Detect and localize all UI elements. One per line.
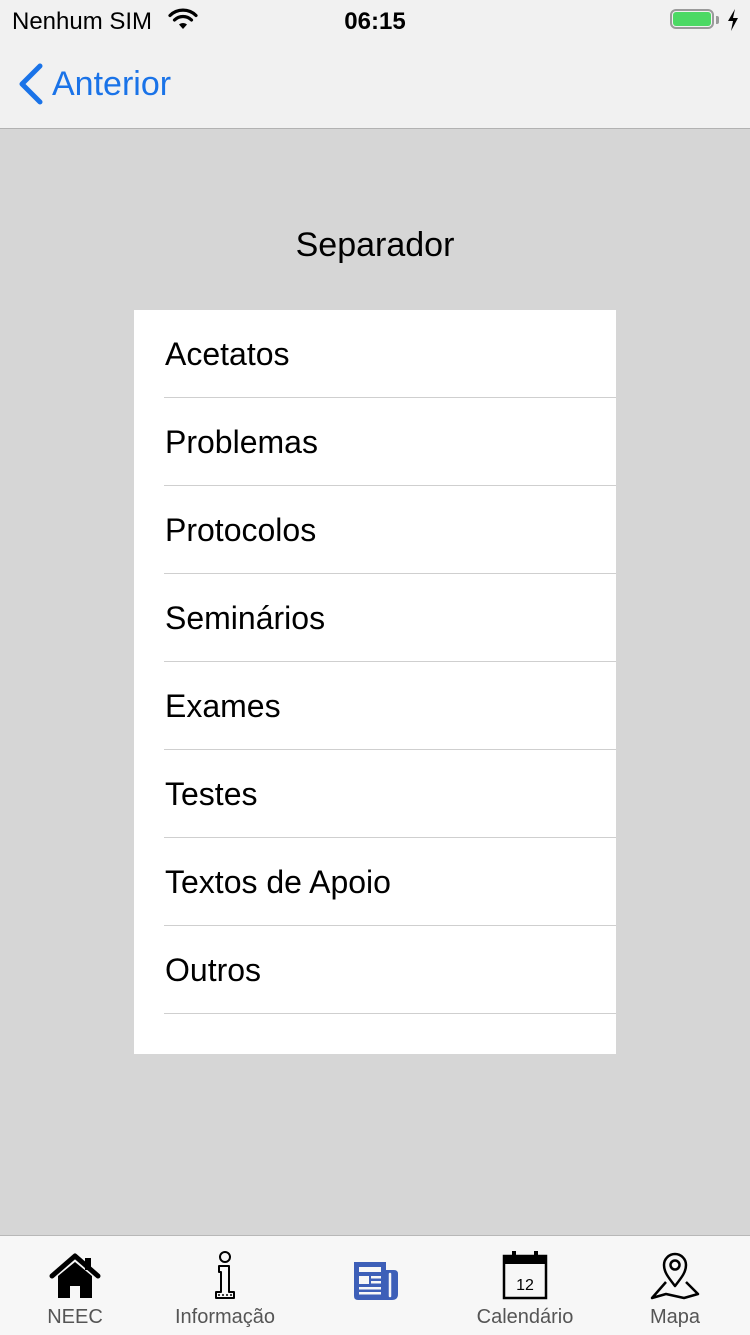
list-item-label: Seminários (165, 600, 326, 636)
list-item-label: Testes (165, 776, 258, 812)
newspaper-icon (354, 1262, 398, 1300)
calendar-day-number: 12 (516, 1277, 534, 1294)
clock: 06:15 (344, 8, 406, 35)
status-bar: Nenhum SIM 06:15 (0, 0, 750, 40)
tab-label: Informação (174, 1306, 276, 1328)
tab-informacao[interactable]: Informação (150, 1236, 300, 1335)
tab-label: Calendário (476, 1306, 574, 1328)
back-button[interactable]: Anterior (16, 60, 171, 108)
list-item-label: Acetatos (165, 336, 290, 372)
navigation-bar: Anterior (0, 40, 750, 129)
tab-calendario[interactable]: 12 Calendário (450, 1236, 600, 1335)
battery-icon (670, 8, 722, 32)
list-item-label: Outros (165, 952, 262, 988)
list-item-label: Textos de Apoio (165, 864, 391, 900)
tab-documents[interactable] (300, 1236, 450, 1335)
tab-neec[interactable]: NEEC (0, 1236, 150, 1335)
info-icon (215, 1251, 235, 1299)
list-item-textos-de-apoio[interactable]: Textos de Apoio (134, 838, 616, 926)
list-item-seminarios[interactable]: Seminários (134, 574, 616, 662)
list-item-acetatos[interactable]: Acetatos (134, 310, 616, 398)
list-item-testes[interactable]: Testes (134, 750, 616, 838)
separator-list: Acetatos Problemas Protocolos Seminários… (134, 310, 616, 1054)
tab-label: NEEC (47, 1306, 103, 1328)
list-item-label: Exames (165, 688, 281, 724)
list-item-exames[interactable]: Exames (134, 662, 616, 750)
list-item-label: Problemas (165, 424, 318, 460)
back-button-label: Anterior (52, 64, 172, 103)
tab-label: Mapa (649, 1306, 701, 1328)
chevron-left-icon (19, 63, 43, 105)
calendar-icon: 12 (502, 1251, 548, 1300)
battery-level-fill (673, 12, 711, 26)
page-title: Separador (295, 226, 455, 264)
map-pin-icon (650, 1252, 700, 1300)
charging-bolt-icon (728, 9, 738, 31)
list-item-outros[interactable]: Outros (134, 926, 616, 1014)
tab-bar: NEEC Informação 12 Calendário Mapa (0, 1235, 750, 1335)
home-icon (49, 1253, 101, 1298)
list-item-protocolos[interactable]: Protocolos (134, 486, 616, 574)
list-item-label: Protocolos (165, 512, 317, 548)
list-item-problemas[interactable]: Problemas (134, 398, 616, 486)
tab-mapa[interactable]: Mapa (600, 1236, 750, 1335)
